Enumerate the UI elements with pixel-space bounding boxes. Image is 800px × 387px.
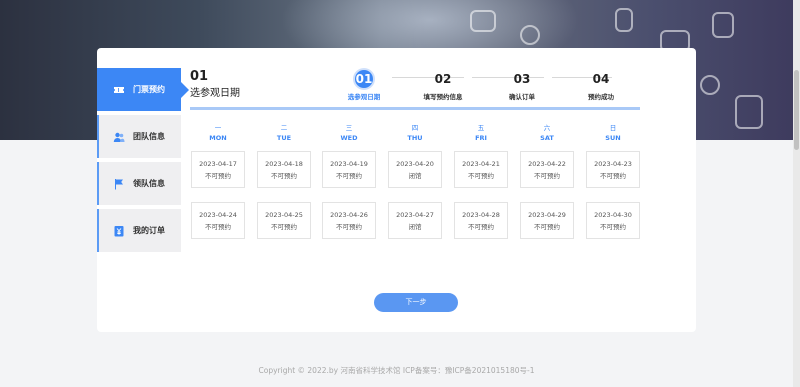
step-label: 选参观日期 [347,93,381,101]
sidebar-item-team[interactable]: 团队信息 [97,115,181,158]
step-label: 确认订单 [509,93,535,101]
day-cell[interactable]: 2023-04-29 不可预约 [520,202,574,239]
team-icon [113,131,125,143]
sidebar-item-label: 我的订单 [133,226,165,235]
current-step-title: 选参观日期 [190,88,240,99]
step-3: 03 确认订单 [482,68,562,101]
step-4: 04 预约成功 [561,68,641,101]
step-number: 01 [355,70,373,88]
day-cell[interactable]: 2023-04-25 不可预约 [257,202,311,239]
day-cell[interactable]: 2023-04-21 不可预约 [454,151,508,188]
order-icon [113,225,125,237]
day-cell[interactable]: 2023-04-20 闭馆 [388,151,442,188]
weekday-header: 一 MON [209,124,227,142]
step-2: 02 填写预约信息 [403,68,483,101]
scrollbar[interactable] [793,0,800,387]
day-cell[interactable]: 2023-04-19 不可预约 [322,151,376,188]
flag-icon [113,178,125,190]
step-number: 03 [513,72,531,86]
sidebar-item-label: 门票预约 [133,85,165,94]
sidebar-item-leader[interactable]: 领队信息 [97,162,181,205]
step-label: 填写预约信息 [423,93,463,101]
weekday-header: 五 FRI [475,124,487,142]
progress-bar [190,107,640,110]
day-cell[interactable]: 2023-04-23 不可预约 [586,151,640,188]
day-cell[interactable]: 2023-04-24 不可预约 [191,202,245,239]
day-cell[interactable]: 2023-04-28 不可预约 [454,202,508,239]
sidebar: 门票预约 团队信息 领队信息 我的订单 [97,68,189,256]
weekday-header: 四 THU [407,124,423,142]
day-cell[interactable]: 2023-04-17 不可预约 [191,151,245,188]
step-number: 02 [434,72,452,86]
day-cell[interactable]: 2023-04-26 不可预约 [322,202,376,239]
progress-stepper: 01 选参观日期 02 填写预约信息 03 确认订单 04 预约成功 [344,68,644,101]
sidebar-item-tickets[interactable]: 门票预约 [97,68,189,111]
weekday-header: 二 TUE [276,124,292,142]
day-cell[interactable]: 2023-04-30 不可预约 [586,202,640,239]
next-step-button[interactable]: 下一步 [374,293,458,312]
sidebar-item-orders[interactable]: 我的订单 [97,209,181,252]
step-number: 04 [592,72,610,86]
step-1: 01 选参观日期 [324,68,404,101]
step-label: 预约成功 [588,93,614,101]
weekday-header: 日 SUN [605,124,621,142]
sidebar-item-label: 团队信息 [133,132,165,141]
weekday-header: 三 WED [340,124,358,142]
current-step-number: 01 [190,69,209,84]
footer-copyright: Copyright © 2022.by 河南省科学技术馆 ICP备案号：豫ICP… [258,366,535,375]
sidebar-item-label: 领队信息 [133,179,165,188]
weekday-header: 六 SAT [540,124,554,142]
day-cell[interactable]: 2023-04-18 不可预约 [257,151,311,188]
day-cell[interactable]: 2023-04-22 不可预约 [520,151,574,188]
ticket-icon [113,84,125,96]
day-cell[interactable]: 2023-04-27 闭馆 [388,202,442,239]
scrollbar-thumb[interactable] [794,70,799,150]
